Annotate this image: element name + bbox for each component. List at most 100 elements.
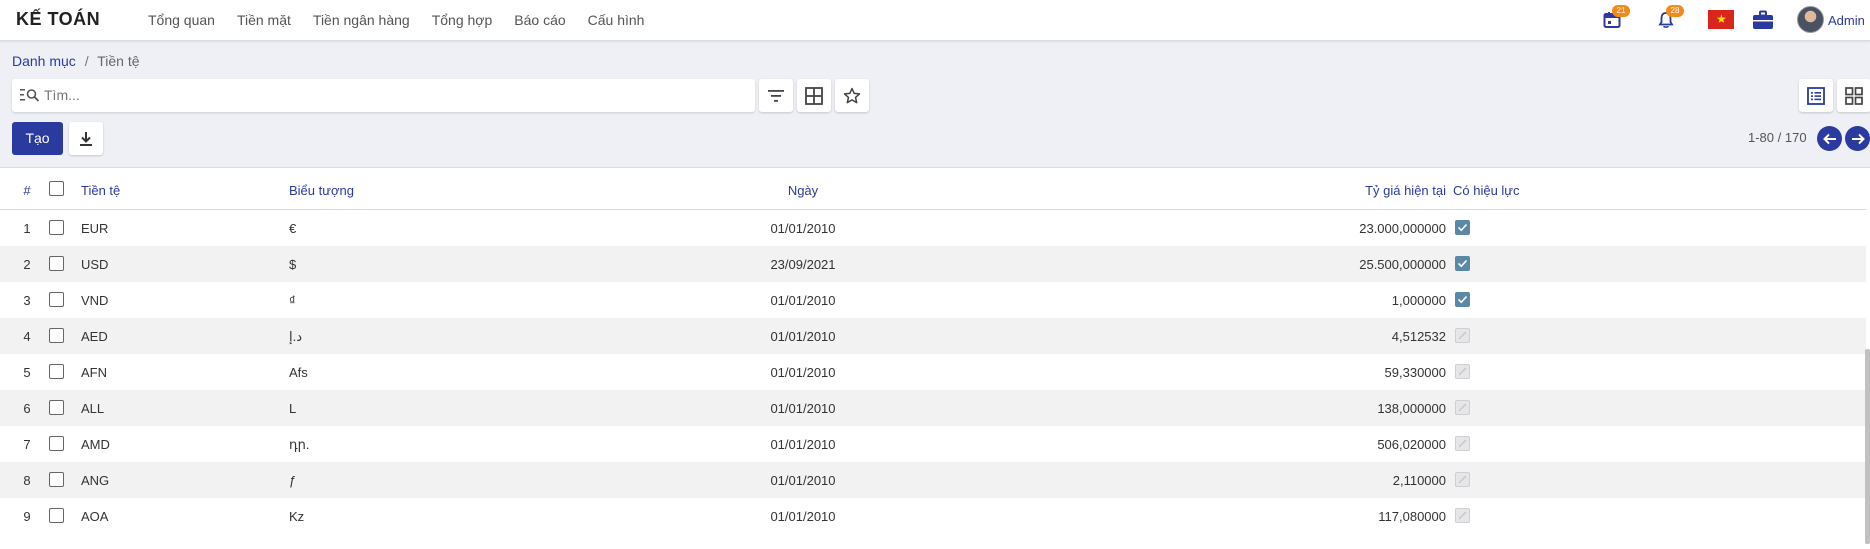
table-row[interactable]: 1 EUR €01/01/2010 23.000,000000 bbox=[0, 210, 1866, 246]
row-select-checkbox[interactable] bbox=[49, 508, 64, 523]
notification-button[interactable]: 28 bbox=[1654, 5, 1684, 32]
favorites-button[interactable] bbox=[835, 79, 869, 112]
filter-button[interactable] bbox=[759, 79, 793, 112]
breadcrumb-parent[interactable]: Danh mục bbox=[12, 53, 76, 69]
list-view-button[interactable] bbox=[1799, 79, 1833, 112]
row-number: 9 bbox=[23, 509, 31, 524]
breadcrumb: Danh mục / Tiền tệ bbox=[12, 53, 140, 69]
currency-symbol: L bbox=[289, 401, 297, 416]
calendar-badge: 21 bbox=[1612, 5, 1630, 17]
row-select-checkbox[interactable] bbox=[49, 328, 64, 343]
menu-item-general[interactable]: Tổng hợp bbox=[432, 12, 493, 28]
download-button[interactable] bbox=[69, 122, 103, 155]
row-number: 8 bbox=[23, 473, 31, 488]
avatar[interactable] bbox=[1797, 6, 1824, 33]
select-all-checkbox[interactable] bbox=[49, 181, 64, 196]
menu-item-cash[interactable]: Tiền mặt bbox=[237, 12, 291, 28]
search-icon bbox=[20, 89, 40, 102]
pager-previous-button[interactable] bbox=[1817, 126, 1842, 151]
table-row[interactable]: 3 VND ₫ 01/01/2010 1,000000 bbox=[0, 282, 1866, 318]
rate-date: 01/01/2010 bbox=[770, 473, 836, 488]
table-row[interactable]: 8 ANG ƒ 01/01/2010 2,110000 bbox=[0, 462, 1866, 498]
rate-date: 23/09/2021 bbox=[770, 257, 836, 272]
row-number: 6 bbox=[23, 401, 31, 416]
check-icon bbox=[1457, 259, 1468, 268]
row-number: 3 bbox=[23, 293, 31, 308]
rate-date: 01/01/2010 bbox=[770, 509, 836, 524]
active-checkbox-unchecked bbox=[1455, 436, 1470, 451]
user-name[interactable]: Admin bbox=[1828, 13, 1865, 28]
currency-symbol: Kz bbox=[289, 509, 305, 524]
row-select-checkbox[interactable] bbox=[49, 220, 64, 235]
active-checkbox-unchecked bbox=[1455, 400, 1470, 415]
rate-date: 01/01/2010 bbox=[770, 365, 836, 380]
menu-item-reports[interactable]: Báo cáo bbox=[514, 12, 565, 28]
notification-badge: 28 bbox=[1666, 5, 1684, 17]
row-select-checkbox[interactable] bbox=[49, 472, 64, 487]
pager-next-button[interactable] bbox=[1845, 126, 1870, 151]
table-row[interactable]: 6 ALL L 01/01/2010 138,000000 bbox=[0, 390, 1866, 426]
menu-item-overview[interactable]: Tổng quan bbox=[148, 12, 215, 28]
download-icon bbox=[80, 131, 92, 146]
current-rate: 23.000,000000 bbox=[1359, 221, 1446, 236]
currency-code: ANG bbox=[81, 473, 110, 488]
app-brand[interactable]: KẾ TOÁN bbox=[16, 9, 100, 30]
rate-date: 01/01/2010 bbox=[770, 437, 836, 452]
arrow-right-icon bbox=[1851, 133, 1865, 144]
row-select-checkbox[interactable] bbox=[49, 400, 64, 415]
row-number: 7 bbox=[23, 437, 31, 452]
filter-icon bbox=[768, 89, 784, 102]
header-rate[interactable]: Tỷ giá hiện tại bbox=[1244, 183, 1446, 198]
current-rate: 2,110000 bbox=[1392, 473, 1446, 488]
current-rate: 59,330000 bbox=[1384, 365, 1446, 380]
breadcrumb-separator: / bbox=[84, 53, 89, 69]
row-select-checkbox[interactable] bbox=[49, 364, 64, 379]
check-icon bbox=[1457, 295, 1468, 304]
current-rate: 1,000000 bbox=[1391, 293, 1446, 308]
kanban-view-icon bbox=[1845, 86, 1863, 105]
currency-symbol: դր. bbox=[289, 437, 310, 452]
menu-item-config[interactable]: Cấu hình bbox=[588, 12, 645, 28]
menu-item-bank[interactable]: Tiền ngân hàng bbox=[313, 12, 410, 28]
currency-list: # Tiền tệ Biểu tượng Ngày Tỷ giá hiện tạ… bbox=[0, 167, 1870, 549]
row-select-checkbox[interactable] bbox=[49, 436, 64, 451]
header-date[interactable]: Ngày bbox=[740, 183, 866, 198]
currency-symbol: Afs bbox=[289, 365, 308, 380]
table-row[interactable]: 2 USD $23/09/2021 25.500,000000 bbox=[0, 246, 1866, 282]
header-active[interactable]: Có hiệu lực bbox=[1453, 183, 1520, 198]
star-icon bbox=[843, 87, 861, 103]
currency-code: AFN bbox=[81, 365, 107, 380]
briefcase-button[interactable] bbox=[1750, 8, 1776, 32]
group-by-button[interactable] bbox=[797, 79, 831, 112]
row-number: 2 bbox=[23, 257, 31, 272]
group-by-icon bbox=[805, 86, 823, 105]
top-navbar: KẾ TOÁN Tổng quan Tiền mặt Tiền ngân hàn… bbox=[0, 0, 1870, 41]
table-row[interactable]: 7 AMD դր. 01/01/2010 506,020000 bbox=[0, 426, 1866, 462]
kanban-view-button[interactable] bbox=[1837, 79, 1870, 112]
calendar-button[interactable]: 21 bbox=[1600, 5, 1630, 32]
header-currency[interactable]: Tiền tệ bbox=[81, 183, 120, 198]
active-checkbox-checked bbox=[1455, 292, 1470, 307]
row-number: 1 bbox=[23, 221, 31, 236]
currency-code: AMD bbox=[81, 437, 110, 452]
currency-symbol: $ bbox=[289, 257, 297, 272]
pencil-icon bbox=[1458, 367, 1467, 376]
rate-date: 01/01/2010 bbox=[770, 401, 836, 416]
row-select-checkbox[interactable] bbox=[49, 292, 64, 307]
table-row[interactable]: 9 AOA Kz 01/01/2010 117,080000 bbox=[0, 498, 1866, 534]
vn-flag-icon[interactable]: ★ bbox=[1708, 10, 1734, 29]
active-checkbox-unchecked bbox=[1455, 472, 1470, 487]
search-input[interactable] bbox=[44, 85, 744, 105]
breadcrumb-current: Tiền tệ bbox=[97, 53, 140, 69]
header-symbol[interactable]: Biểu tượng bbox=[289, 183, 354, 198]
scrollbar[interactable] bbox=[1865, 349, 1870, 544]
pager-value[interactable]: 1-80 / 170 bbox=[1748, 130, 1807, 145]
currency-symbol: د.إ bbox=[289, 329, 303, 344]
table-row[interactable]: 5 AFN Afs 01/01/2010 59,330000 bbox=[0, 354, 1866, 390]
table-row[interactable]: 4 AED د.إ 01/01/2010 4,512532 bbox=[0, 318, 1866, 354]
rate-date: 01/01/2010 bbox=[770, 221, 836, 236]
currency-code: ALL bbox=[81, 401, 105, 416]
create-button[interactable]: Tạo bbox=[12, 122, 63, 155]
current-rate: 138,000000 bbox=[1377, 401, 1446, 416]
row-select-checkbox[interactable] bbox=[49, 256, 64, 271]
